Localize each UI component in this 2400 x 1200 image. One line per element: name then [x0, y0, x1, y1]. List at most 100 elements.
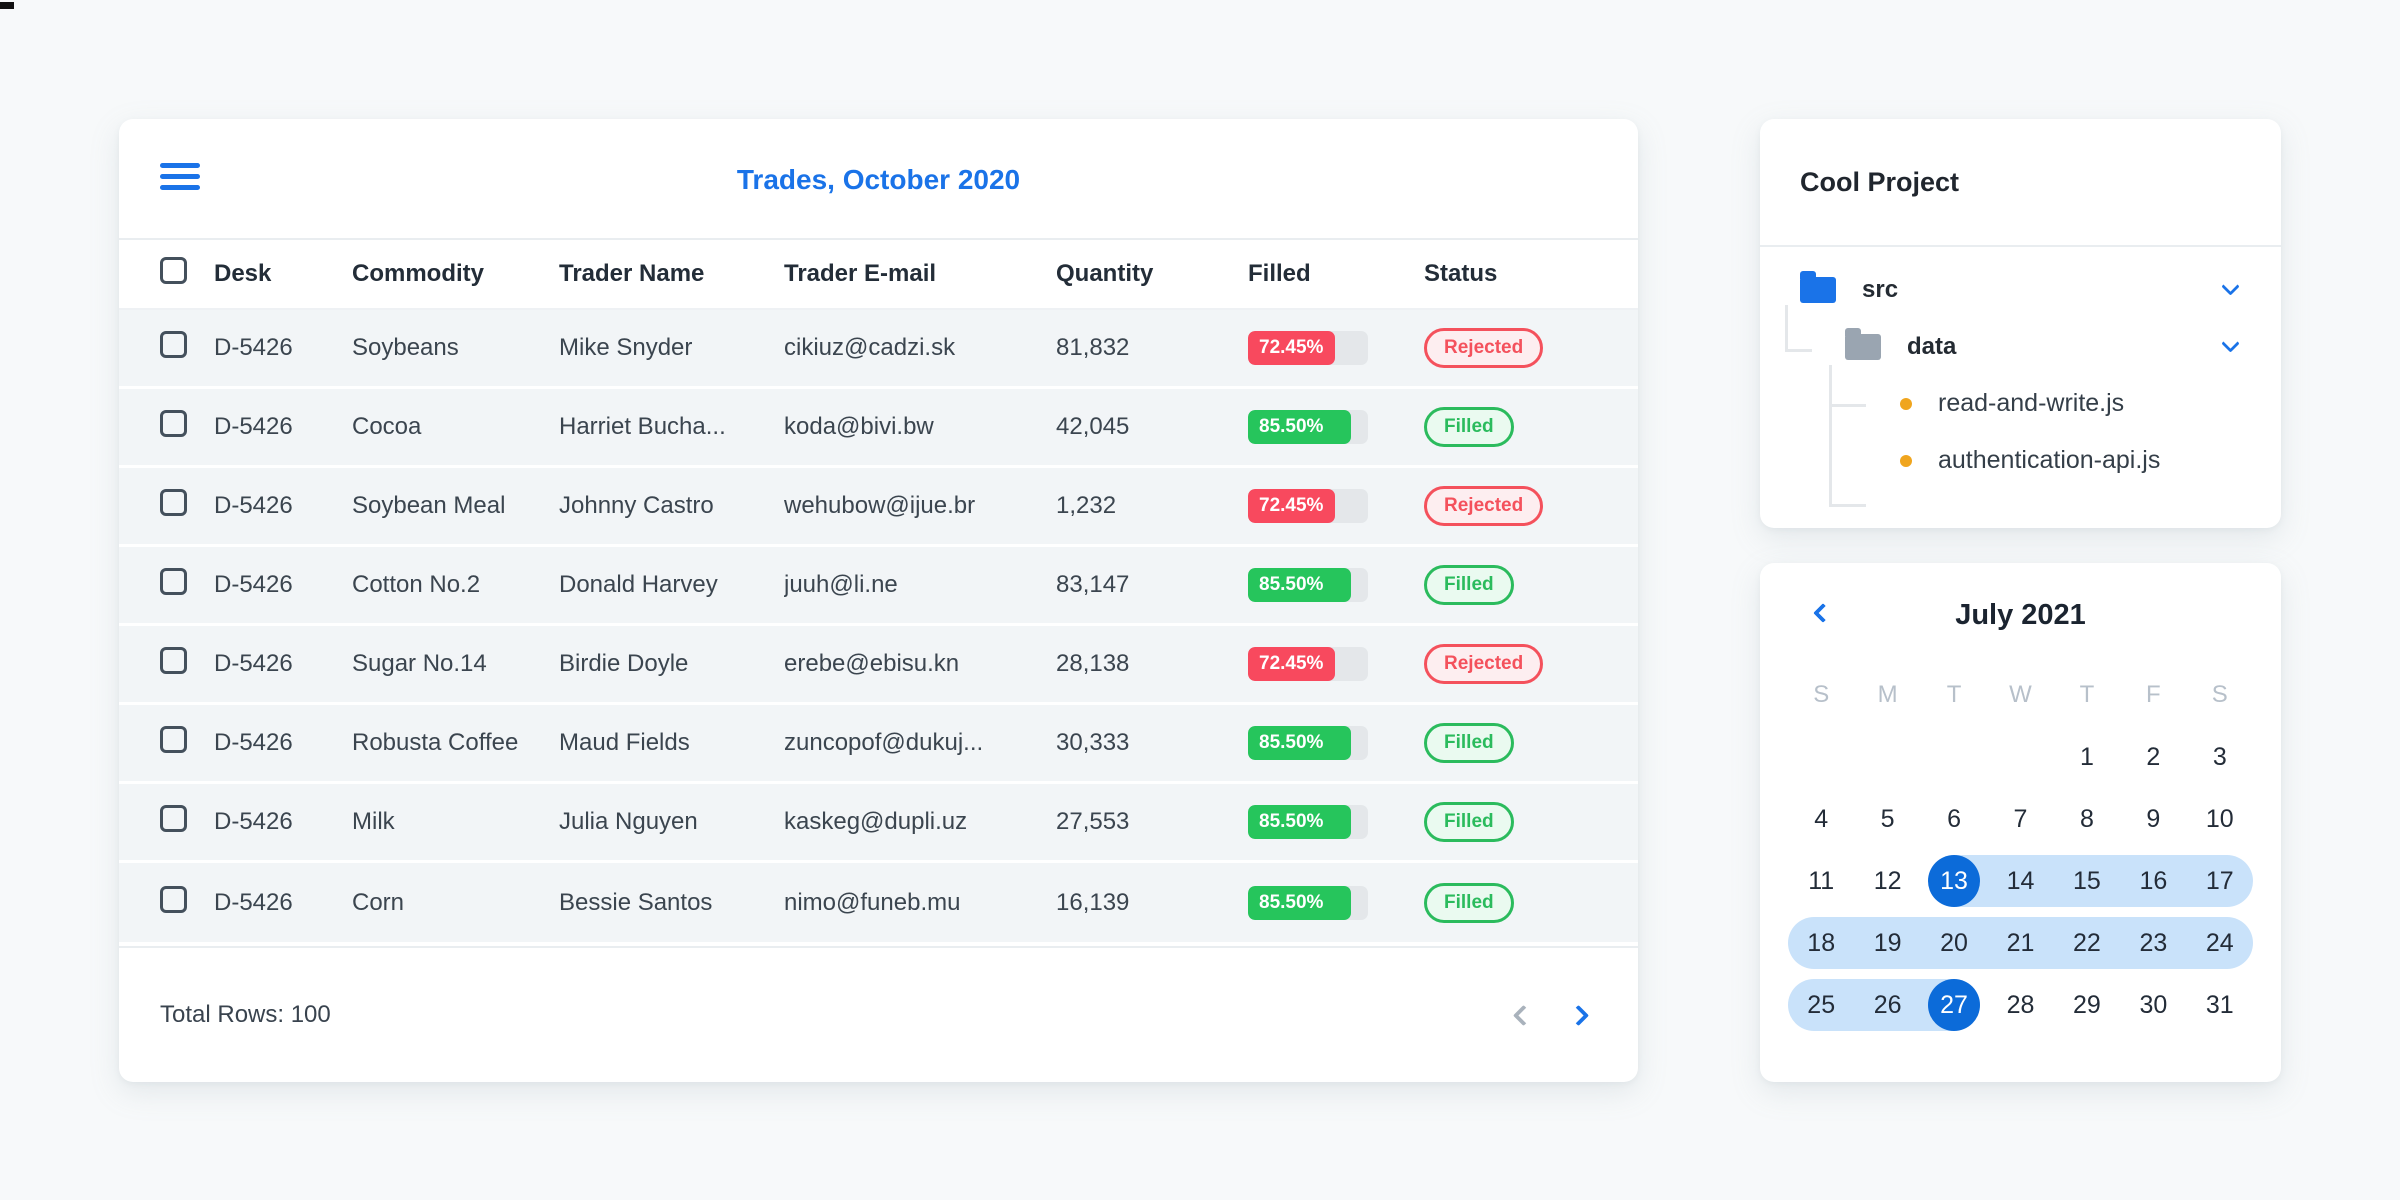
status-badge: Filled: [1424, 407, 1514, 447]
cell-commodity: Cocoa: [352, 413, 422, 440]
calendar-day-8[interactable]: 8: [2054, 793, 2120, 845]
calendar-day-12[interactable]: 12: [1854, 855, 1920, 907]
calendar-day-5[interactable]: 5: [1854, 793, 1920, 845]
day-number: 31: [2205, 990, 2234, 1019]
calendar-day-3[interactable]: 3: [2187, 731, 2253, 783]
calendar-day-21[interactable]: 21: [1987, 917, 2054, 969]
cell-desk: D-5426: [214, 334, 293, 361]
calendar-day-22[interactable]: 22: [2053, 917, 2121, 969]
tree-item-authentication-api[interactable]: authentication-api.js: [1800, 432, 2251, 489]
day-number: 7: [2013, 804, 2028, 833]
calendar-day-30[interactable]: 30: [2120, 979, 2186, 1031]
row-checkbox[interactable]: [160, 805, 187, 832]
row-checkbox[interactable]: [160, 647, 187, 674]
row-checkbox[interactable]: [160, 410, 187, 437]
chevron-down-icon[interactable]: [2221, 333, 2240, 353]
calendar-day-23[interactable]: 23: [2120, 917, 2187, 969]
file-dot-icon: [1900, 454, 1912, 467]
trades-card: Trades, October 2020 Desk Commodity Trad…: [119, 119, 1638, 1082]
weekday-label: T: [1946, 681, 1962, 708]
cell-quantity: 27,553: [1056, 808, 1130, 835]
day-number: 9: [2146, 804, 2161, 833]
day-number: 2: [2146, 742, 2161, 771]
cell-status: Rejected: [1424, 328, 1597, 368]
calendar-day-10[interactable]: 10: [2187, 793, 2253, 845]
tree-item-src[interactable]: src: [1800, 261, 2251, 318]
filled-progress-fill: 85.50%: [1248, 885, 1351, 920]
calendar-day-24[interactable]: 24: [2186, 917, 2253, 969]
tree-connector-line: [1785, 305, 1788, 352]
cell-trader-name: Bessie Santos: [559, 888, 713, 916]
cell-trader-name: Julia Nguyen: [559, 808, 698, 835]
calendar-day-16[interactable]: 16: [2120, 855, 2187, 907]
calendar-day-2[interactable]: 2: [2120, 731, 2186, 783]
checkbox-cell: [160, 726, 214, 760]
select-all-checkbox[interactable]: [160, 257, 187, 284]
calendar-day-7[interactable]: 7: [1987, 793, 2053, 845]
filled-progress-fill: 85.50%: [1248, 805, 1351, 839]
table-row: D-5426 Sugar No.14 Birdie Doyle erebe@ebisu…: [119, 626, 1638, 705]
day-number: 20: [1940, 928, 1968, 957]
calendar-day-13[interactable]: 13: [1920, 855, 1988, 907]
day-number: 1: [2079, 742, 2094, 771]
cell-quantity: 16,139: [1056, 888, 1130, 916]
calendar-day-25[interactable]: 25: [1788, 979, 1855, 1031]
filled-progress-fill: 72.45%: [1248, 489, 1335, 523]
row-checkbox[interactable]: [160, 885, 187, 913]
calendar-day-9[interactable]: 9: [2120, 793, 2186, 845]
cell-trader-name: Harriet Bucha...: [559, 413, 726, 440]
calendar-day-17[interactable]: 17: [2186, 855, 2253, 907]
calendar-day-empty: [1854, 731, 1920, 783]
filled-progress-fill: 72.45%: [1248, 647, 1335, 681]
trades-card-header: Trades, October 2020: [119, 119, 1638, 240]
calendar-week-row: 18 19 20 21 22 23 24: [1788, 917, 2253, 969]
next-page-icon[interactable]: [1567, 1004, 1590, 1026]
weekday-label: M: [1877, 681, 1898, 708]
total-rows-label: Total Rows: 100: [160, 1001, 331, 1028]
cell-quantity: 1,232: [1056, 492, 1117, 519]
day-number: 24: [2205, 928, 2234, 957]
cell-trader-name: Maud Fields: [559, 729, 690, 756]
trades-card-footer: Total Rows: 100: [119, 946, 1638, 1082]
cell-trader-name: Mike Snyder: [559, 334, 693, 361]
row-checkbox[interactable]: [160, 726, 187, 753]
calendar-day-31[interactable]: 31: [2187, 979, 2253, 1031]
table-row: D-5426 Soybean Meal Johnny Castro wehubow@i…: [119, 468, 1638, 547]
day-number: 4: [1814, 804, 1829, 833]
calendar-day-1[interactable]: 1: [2054, 731, 2120, 783]
row-checkbox[interactable]: [160, 568, 187, 595]
prev-page-icon[interactable]: [1512, 1004, 1535, 1026]
cell-trader-email: kaskeg@dupli.uz: [784, 808, 968, 835]
calendar-day-15[interactable]: 15: [2053, 855, 2121, 907]
prev-month-icon[interactable]: [1813, 603, 1833, 623]
filled-progress-bar: 85.50%: [1248, 885, 1368, 920]
cell-commodity: Corn: [352, 888, 405, 916]
calendar-day-26[interactable]: 26: [1854, 979, 1921, 1031]
calendar-day-14[interactable]: 14: [1987, 855, 2054, 907]
row-checkbox[interactable]: [160, 331, 187, 358]
day-number: 5: [1880, 804, 1895, 833]
tree-item-data[interactable]: data: [1800, 318, 2251, 375]
calendar-day-28[interactable]: 28: [1987, 979, 2053, 1031]
calendar-day-20[interactable]: 20: [1920, 917, 1988, 969]
chevron-down-icon[interactable]: [2221, 276, 2240, 296]
row-checkbox[interactable]: [160, 489, 187, 516]
tree-item-read-and-write[interactable]: read-and-write.js: [1800, 375, 2251, 432]
filled-progress-fill: 85.50%: [1248, 726, 1351, 760]
calendar-day-29[interactable]: 29: [2054, 979, 2120, 1031]
calendar-day-4[interactable]: 4: [1788, 793, 1854, 845]
cell-commodity: Soybeans: [352, 334, 459, 361]
calendar-day-19[interactable]: 19: [1854, 917, 1921, 969]
calendar-day-27[interactable]: 27: [1920, 979, 1988, 1031]
calendar-day-6[interactable]: 6: [1921, 793, 1987, 845]
column-header-desk: Desk: [214, 260, 272, 287]
calendar-week-row: 4 5 6 7 8 9 10: [1788, 793, 2253, 845]
calendar-day-11[interactable]: 11: [1788, 855, 1854, 907]
tree-item-label: src: [1862, 275, 1899, 303]
checkbox-cell: [160, 489, 214, 523]
status-badge: Rejected: [1424, 328, 1544, 368]
calendar-day-18[interactable]: 18: [1788, 917, 1855, 969]
cell-commodity: Robusta Coffee: [352, 729, 519, 756]
cell-trader-name: Johnny Castro: [559, 492, 714, 519]
day-number: 25: [1807, 990, 1836, 1019]
